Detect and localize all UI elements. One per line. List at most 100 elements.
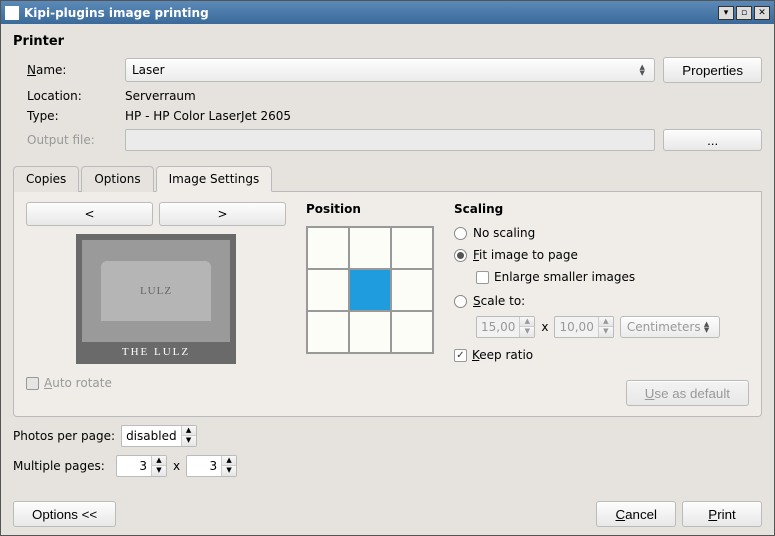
bottom-rows: Photos per page: disabled ▲▼ Multiple pa…: [13, 425, 762, 477]
scale-width-spin: 15,00 ▲▼: [476, 316, 535, 338]
printer-name-value: Laser: [132, 63, 636, 77]
multiple-pages-row: Multiple pages: 3 ▲▼ x 3 ▲▼: [13, 455, 762, 477]
spin-up-icon: ▲: [520, 317, 534, 327]
tab-image-settings[interactable]: Image Settings: [156, 166, 273, 192]
footer: Options << Cancel Print: [13, 493, 762, 527]
image-settings-panel: < > LULZ THE LULZ Auto rotate: [13, 192, 762, 417]
close-button[interactable]: ✕: [754, 6, 770, 20]
spin-down-icon: ▼: [520, 327, 534, 337]
location-value: Serverraum: [125, 89, 762, 103]
name-label: Name:: [27, 63, 117, 77]
app-icon: [5, 6, 19, 20]
enlarge-box: [476, 271, 489, 284]
pos-top-left[interactable]: [307, 227, 349, 269]
auto-rotate-box: [26, 377, 39, 390]
auto-rotate-checkbox[interactable]: Auto rotate: [26, 376, 286, 390]
spin-up-icon[interactable]: ▲: [182, 426, 196, 436]
spin-down-icon: ▼: [599, 327, 613, 337]
scale-unit-dropdown: Centimeters ▲▼: [620, 316, 720, 338]
multiple-pages-rows-spin[interactable]: 3 ▲▼: [186, 455, 237, 477]
keep-ratio-box: ✓: [454, 349, 467, 362]
scale-height-spin: 10,00 ▲▼: [554, 316, 613, 338]
cancel-button[interactable]: Cancel: [596, 501, 676, 527]
printer-grid: Name: Laser ▲▼ Properties Location: Serv…: [27, 57, 762, 151]
scaling-column: Scaling No scaling Fit image to page Enl…: [454, 202, 749, 406]
multiple-pages-cols-spin[interactable]: 3 ▲▼: [116, 455, 167, 477]
output-file-input: [125, 129, 655, 151]
preview-caption: THE LULZ: [122, 346, 190, 358]
spin-down-icon[interactable]: ▼: [182, 436, 196, 446]
pos-top-center[interactable]: [349, 227, 391, 269]
multiple-pages-label: Multiple pages:: [13, 459, 110, 473]
fit-image-label: Fit image to page: [473, 248, 578, 262]
tabs: Copies Options Image Settings: [13, 165, 762, 192]
printer-name-dropdown[interactable]: Laser ▲▼: [125, 58, 655, 82]
multiple-pages-rows-value: 3: [187, 459, 221, 473]
preview-image-area: LULZ: [82, 240, 230, 342]
pos-bottom-right[interactable]: [391, 311, 433, 353]
photos-per-page-row: Photos per page: disabled ▲▼: [13, 425, 762, 447]
dropdown-arrows-icon: ▲▼: [701, 321, 713, 333]
enlarge-checkbox[interactable]: Enlarge smaller images: [476, 270, 749, 284]
spin-up-icon[interactable]: ▲: [152, 456, 166, 466]
printer-section-title: Printer: [13, 34, 762, 49]
preview-stone: LULZ: [101, 261, 211, 321]
pos-middle-left[interactable]: [307, 269, 349, 311]
scale-to-radio[interactable]: Scale to:: [454, 294, 749, 308]
fit-image-radio[interactable]: Fit image to page: [454, 248, 749, 262]
scale-height-value: 10,00: [555, 320, 597, 334]
photos-per-page-label: Photos per page:: [13, 429, 115, 443]
window: Kipi-plugins image printing ▾ ▫ ✕ Printe…: [0, 0, 775, 536]
output-file-browse-button[interactable]: ...: [663, 129, 762, 151]
position-heading: Position: [306, 202, 434, 216]
maximize-button[interactable]: ▫: [736, 6, 752, 20]
position-column: Position: [306, 202, 434, 406]
spin-up-icon[interactable]: ▲: [222, 456, 236, 466]
pos-bottom-center[interactable]: [349, 311, 391, 353]
no-scaling-label: No scaling: [473, 226, 535, 240]
type-label: Type:: [27, 109, 117, 123]
radio-icon: [454, 295, 467, 308]
spin-up-icon: ▲: [599, 317, 613, 327]
spin-down-icon[interactable]: ▼: [222, 466, 236, 476]
radio-icon: [454, 249, 467, 262]
multiple-pages-x: x: [173, 459, 180, 473]
pos-bottom-left[interactable]: [307, 311, 349, 353]
photos-per-page-value: disabled: [122, 429, 181, 443]
minimize-button[interactable]: ▾: [718, 6, 734, 20]
properties-button[interactable]: Properties: [663, 57, 762, 83]
pos-middle-right[interactable]: [391, 269, 433, 311]
print-button[interactable]: Print: [682, 501, 762, 527]
options-toggle-button[interactable]: Options <<: [13, 501, 116, 527]
tab-copies[interactable]: Copies: [13, 166, 79, 192]
preview-column: < > LULZ THE LULZ Auto rotate: [26, 202, 286, 406]
type-value: HP - HP Color LaserJet 2605: [125, 109, 762, 123]
pos-middle-center[interactable]: [349, 269, 391, 311]
use-as-default-button: Use as default: [626, 380, 749, 406]
scale-x-label: x: [541, 320, 548, 334]
dropdown-arrows-icon: ▲▼: [636, 64, 648, 76]
keep-ratio-label: Keep ratio: [472, 348, 533, 362]
content: Printer Name: Laser ▲▼ Properties Locati…: [1, 24, 774, 535]
photos-per-page-spin[interactable]: disabled ▲▼: [121, 425, 197, 447]
multiple-pages-cols-value: 3: [117, 459, 151, 473]
next-image-button[interactable]: >: [159, 202, 286, 226]
no-scaling-radio[interactable]: No scaling: [454, 226, 749, 240]
position-grid: [306, 226, 434, 354]
window-title: Kipi-plugins image printing: [24, 6, 716, 20]
scaling-heading: Scaling: [454, 202, 749, 216]
scale-dimensions-row: 15,00 ▲▼ x 10,00 ▲▼ Centimeters ▲▼: [476, 316, 749, 338]
scale-unit-value: Centimeters: [627, 320, 701, 334]
auto-rotate-label: Auto rotate: [44, 376, 112, 390]
radio-icon: [454, 227, 467, 240]
keep-ratio-checkbox[interactable]: ✓ Keep ratio: [454, 348, 749, 362]
image-preview: LULZ THE LULZ: [76, 234, 236, 364]
pos-top-right[interactable]: [391, 227, 433, 269]
enlarge-label: Enlarge smaller images: [494, 270, 635, 284]
location-label: Location:: [27, 89, 117, 103]
tab-options[interactable]: Options: [81, 166, 153, 192]
spin-down-icon[interactable]: ▼: [152, 466, 166, 476]
scale-to-label: Scale to:: [473, 294, 525, 308]
prev-image-button[interactable]: <: [26, 202, 153, 226]
titlebar: Kipi-plugins image printing ▾ ▫ ✕: [1, 1, 774, 24]
